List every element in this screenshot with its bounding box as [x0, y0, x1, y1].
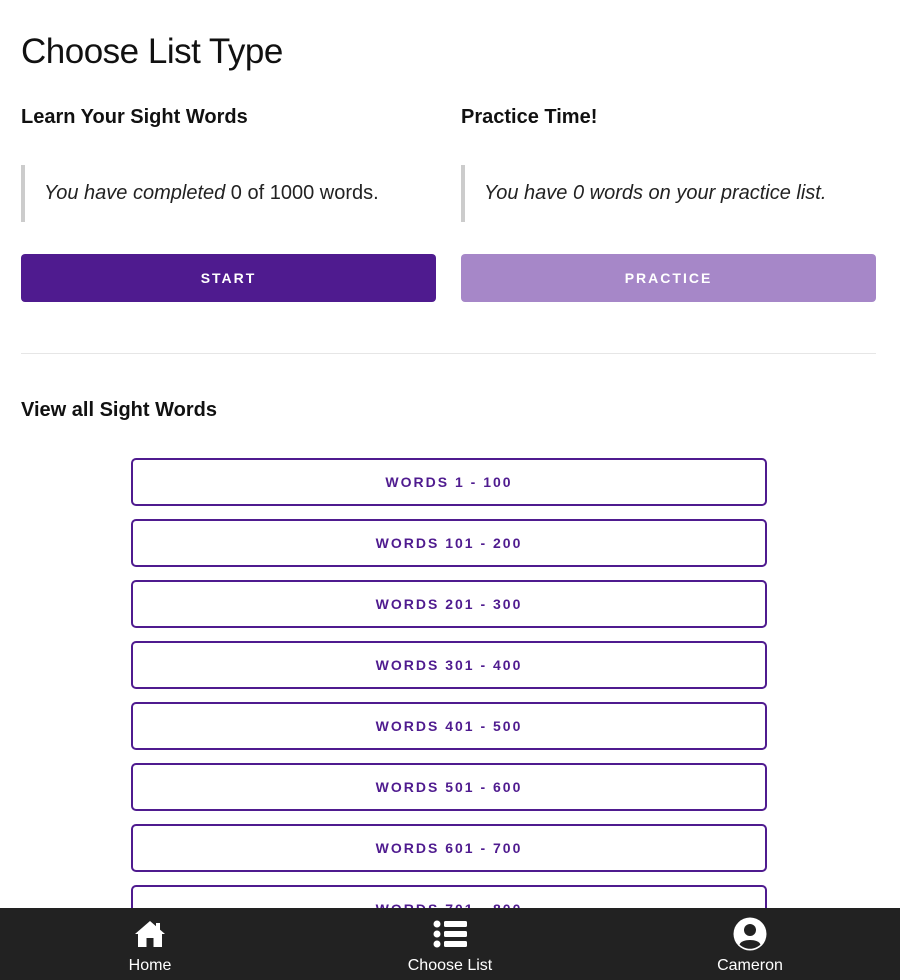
page-title: Choose List Type [21, 32, 283, 71]
completion-count: 0 of 1000 words. [225, 182, 379, 204]
word-range-button[interactable]: WORDS 501 - 600 [131, 763, 767, 811]
nav-item-profile[interactable]: Cameron [600, 908, 900, 980]
start-button[interactable]: START [21, 254, 436, 302]
section-divider [21, 353, 876, 354]
completion-status: You have completed 0 of 1000 words. [21, 165, 436, 222]
word-range-button[interactable]: WORDS 1 - 100 [131, 458, 767, 506]
nav-label-home: Home [128, 957, 172, 974]
completion-prefix: You have completed [44, 182, 226, 204]
practice-heading: Practice Time! [461, 106, 598, 128]
practice-status: You have 0 words on your practice list. [461, 165, 876, 222]
word-range-button[interactable]: WORDS 401 - 500 [131, 702, 767, 750]
word-range-button[interactable]: WORDS 601 - 700 [131, 824, 767, 872]
nav-item-home[interactable]: Home [0, 908, 300, 980]
view-all-heading: View all Sight Words [21, 399, 217, 421]
word-range-button[interactable]: WORDS 701 - 800 [131, 885, 767, 908]
practice-button[interactable]: PRACTICE [461, 254, 876, 302]
word-range-button[interactable]: WORDS 201 - 300 [131, 580, 767, 628]
word-range-list: WORDS 1 - 100 WORDS 101 - 200 WORDS 201 … [131, 458, 767, 908]
word-range-button[interactable]: WORDS 101 - 200 [131, 519, 767, 567]
bottom-nav: Home Choose List Cameron [0, 908, 900, 980]
page-content: Choose List Type Learn Your Sight Words … [0, 0, 900, 908]
practice-status-text: You have 0 words on your practice list. [484, 182, 827, 204]
nav-label-profile: Cameron [717, 957, 783, 974]
nav-label-choose-list: Choose List [407, 957, 493, 974]
list-icon [433, 917, 467, 951]
completion-text: You have completed 0 of 1000 words. [44, 182, 379, 205]
learn-heading: Learn Your Sight Words [21, 106, 248, 128]
home-icon [133, 917, 167, 951]
user-avatar-icon [733, 917, 767, 951]
nav-item-choose-list[interactable]: Choose List [300, 908, 600, 980]
word-range-button[interactable]: WORDS 301 - 400 [131, 641, 767, 689]
